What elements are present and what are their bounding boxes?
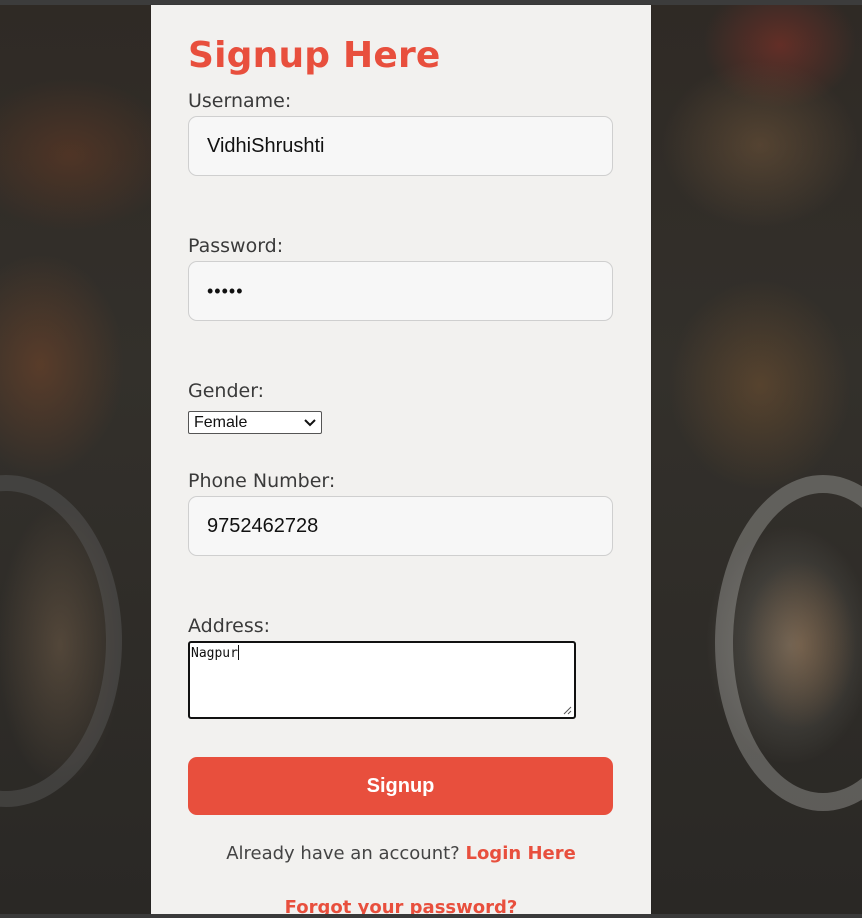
- gender-select[interactable]: Female: [188, 411, 322, 434]
- phone-label: Phone Number:: [188, 470, 336, 492]
- background-bowl-right: [715, 475, 862, 811]
- text-caret: [237, 645, 239, 660]
- gender-select-value: Female: [194, 414, 248, 431]
- username-label: Username:: [188, 90, 292, 112]
- login-prompt-row: Already have an account? Login Here: [151, 843, 651, 864]
- background-bowl-left: [0, 475, 122, 807]
- login-link[interactable]: Login Here: [465, 843, 575, 864]
- address-text: Nagpur: [191, 646, 238, 661]
- password-input[interactable]: •••••: [188, 261, 613, 321]
- login-prompt-text: Already have an account?: [226, 843, 460, 864]
- gender-label: Gender:: [188, 380, 265, 402]
- window-bottom-edge: [0, 914, 862, 918]
- phone-input[interactable]: 9752462728: [188, 496, 613, 556]
- page-title: Signup Here: [188, 35, 441, 76]
- address-label: Address:: [188, 615, 271, 637]
- password-label: Password:: [188, 235, 284, 257]
- address-textarea[interactable]: Nagpur: [188, 641, 576, 719]
- page: Signup Here Username: VidhiShrushti Pass…: [0, 0, 862, 918]
- username-input[interactable]: VidhiShrushti: [188, 116, 613, 176]
- chevron-down-icon: [304, 419, 316, 427]
- signup-card: Signup Here Username: VidhiShrushti Pass…: [151, 5, 651, 918]
- signup-button[interactable]: Signup: [188, 757, 613, 815]
- resize-grip-icon[interactable]: [563, 706, 572, 715]
